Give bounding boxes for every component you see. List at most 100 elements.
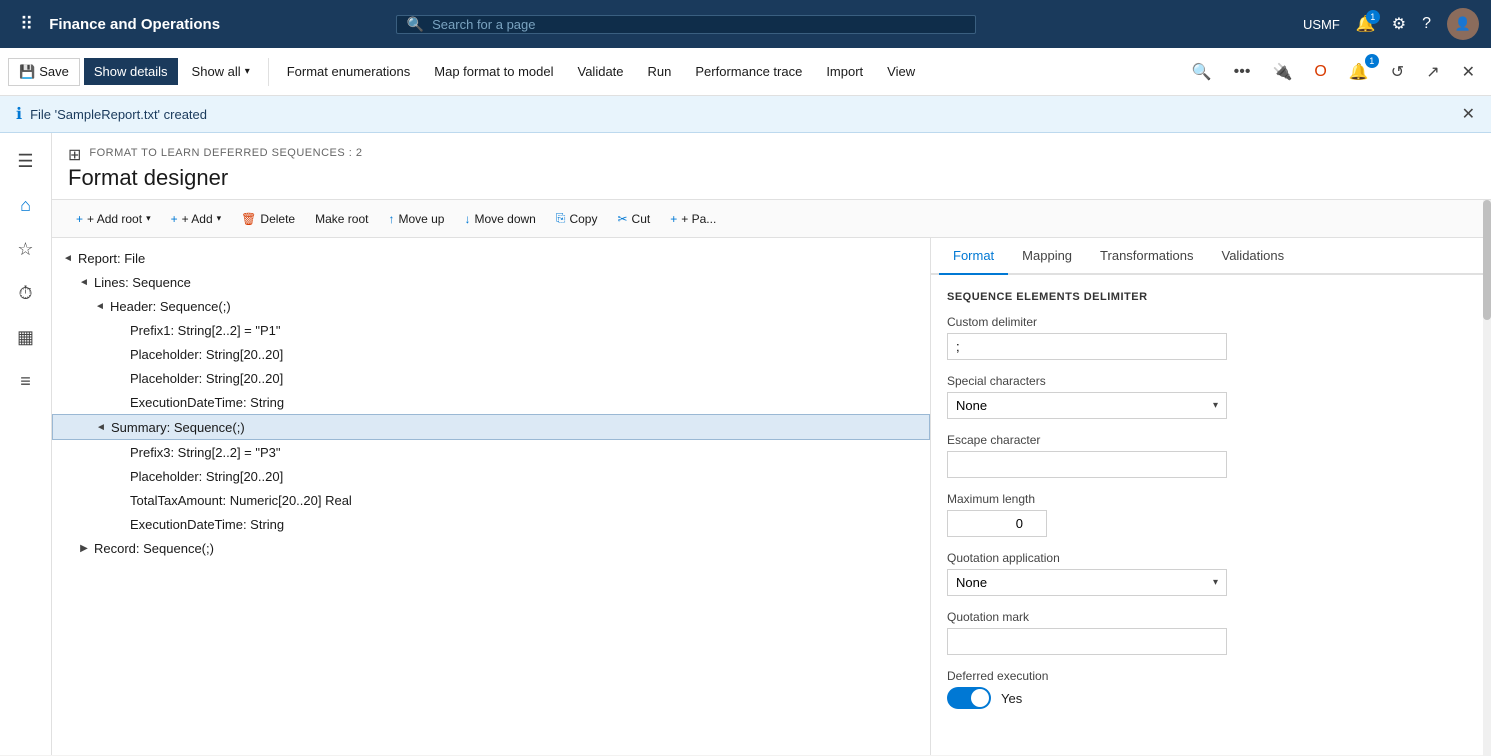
quotation-application-field: Quotation application None ▾ <box>947 551 1475 596</box>
top-nav: ⠿ Finance and Operations 🔍 USMF 🔔 1 ⚙ ? … <box>0 0 1491 48</box>
maximum-length-input[interactable] <box>947 510 1047 537</box>
tree-toggle-icon[interactable]: ◄ <box>60 250 76 266</box>
quotation-application-select[interactable]: None ▾ <box>947 569 1227 596</box>
refresh-icon[interactable]: ↺ <box>1383 56 1412 88</box>
more-options-icon[interactable]: ••• <box>1226 57 1259 87</box>
delete-button[interactable]: 🗑 Delete <box>233 207 303 231</box>
map-format-to-model-button[interactable]: Map format to model <box>424 58 563 85</box>
show-details-button[interactable]: Show details <box>84 58 178 85</box>
settings-icon[interactable]: ⚙ <box>1392 14 1406 34</box>
move-up-icon: ↑ <box>388 212 394 226</box>
props-section-title: SEQUENCE ELEMENTS DELIMITER <box>947 291 1475 303</box>
maximum-length-field: Maximum length <box>947 492 1475 537</box>
performance-trace-button[interactable]: Performance trace <box>685 58 812 85</box>
tab-validations[interactable]: Validations <box>1207 238 1298 275</box>
validate-button[interactable]: Validate <box>568 58 634 85</box>
add-chevron-icon: ▾ <box>217 213 222 224</box>
toggle-row: Yes <box>947 687 1475 709</box>
copy-button[interactable]: ⎘ Copy <box>548 206 606 231</box>
tree-item[interactable]: ◄ Lines: Sequence <box>52 270 930 294</box>
close-icon[interactable]: ✕ <box>1454 56 1483 88</box>
tree-toggle-icon[interactable]: ▶ <box>76 540 92 556</box>
special-characters-value: None <box>956 398 987 413</box>
scrollbar-thumb[interactable] <box>1483 238 1491 320</box>
notification-bell[interactable]: 🔔 1 <box>1356 14 1376 34</box>
filter-icon[interactable]: ⊞ <box>68 145 81 165</box>
app-title: Finance and Operations <box>49 16 220 33</box>
tab-transformations[interactable]: Transformations <box>1086 238 1207 275</box>
special-characters-select[interactable]: None ▾ <box>947 392 1227 419</box>
tree-item[interactable]: ExecutionDateTime: String <box>52 390 930 414</box>
run-button[interactable]: Run <box>638 58 682 85</box>
tree-item[interactable]: Placeholder: String[20..20] <box>52 464 930 488</box>
tab-format[interactable]: Format <box>939 238 1008 275</box>
tree-item[interactable]: ExecutionDateTime: String <box>52 512 930 536</box>
tab-mapping[interactable]: Mapping <box>1008 238 1086 275</box>
delete-icon: 🗑 <box>241 212 256 226</box>
sidebar-workspaces-icon[interactable]: ▦ <box>6 317 46 357</box>
add-root-button[interactable]: + + Add root ▾ <box>68 207 159 231</box>
main-content: ☰ ⌂ ☆ ⏱ ▦ ≡ ⊞ FORMAT TO LEARN DEFERRED S… <box>0 133 1491 755</box>
page-header: ⊞ FORMAT TO LEARN DEFERRED SEQUENCES : 2… <box>52 133 1491 200</box>
quotation-application-chevron-icon: ▾ <box>1213 577 1218 588</box>
top-nav-right: USMF 🔔 1 ⚙ ? 👤 <box>1303 8 1479 40</box>
save-icon: 💾 <box>19 64 35 80</box>
info-message: File 'SampleReport.txt' created <box>30 107 207 122</box>
add-button[interactable]: + + Add ▾ <box>163 207 230 231</box>
tree-toggle-icon[interactable]: ◄ <box>93 419 109 435</box>
quotation-mark-input[interactable] <box>947 628 1227 655</box>
tree-item[interactable]: ▶ Record: Sequence(;) <box>52 536 930 560</box>
view-button[interactable]: View <box>877 58 925 85</box>
deferred-execution-toggle-label: Yes <box>1001 691 1022 706</box>
tree-item[interactable]: ◄ Report: File <box>52 246 930 270</box>
sidebar-list-icon[interactable]: ≡ <box>6 361 46 401</box>
props-content: SEQUENCE ELEMENTS DELIMITER Custom delim… <box>931 275 1491 755</box>
help-icon[interactable]: ? <box>1422 15 1431 33</box>
deferred-execution-toggle[interactable] <box>947 687 991 709</box>
search-input[interactable] <box>432 17 965 32</box>
tree-pane: ◄ Report: File ◄ Lines: Sequence ◄ Heade… <box>52 238 931 755</box>
action-toolbar: + + Add root ▾ + + Add ▾ 🗑 Delete Make r… <box>52 200 1491 238</box>
quotation-application-label: Quotation application <box>947 551 1475 565</box>
grid-icon[interactable]: ⠿ <box>12 10 41 39</box>
cut-button[interactable]: ✂ Cut <box>609 207 658 231</box>
tree-item[interactable]: Prefix1: String[2..2] = "P1" <box>52 318 930 342</box>
tree-item[interactable]: Placeholder: String[20..20] <box>52 342 930 366</box>
user-avatar[interactable]: 👤 <box>1447 8 1479 40</box>
show-all-button[interactable]: Show all ▾ <box>182 58 260 85</box>
make-root-button[interactable]: Make root <box>307 207 376 231</box>
toolbar-badge: 1 <box>1365 54 1379 68</box>
sidebar-recent-icon[interactable]: ⏱ <box>6 273 46 313</box>
tree-toggle-icon[interactable]: ◄ <box>92 298 108 314</box>
tree-item[interactable]: ◄ Header: Sequence(;) <box>52 294 930 318</box>
search-box: 🔍 <box>396 15 976 34</box>
paste-button[interactable]: + + Pa... <box>662 207 724 231</box>
sidebar-home-icon[interactable]: ⌂ <box>6 185 46 225</box>
open-external-icon[interactable]: ↗ <box>1418 56 1447 88</box>
format-enumerations-button[interactable]: Format enumerations <box>277 58 421 85</box>
cut-icon: ✂ <box>617 212 627 226</box>
move-up-button[interactable]: ↑ Move up <box>380 207 452 231</box>
import-button[interactable]: Import <box>816 58 873 85</box>
show-all-chevron-icon: ▾ <box>245 66 250 77</box>
quotation-application-value: None <box>956 575 987 590</box>
tree-item[interactable]: Prefix3: String[2..2] = "P3" <box>52 440 930 464</box>
tree-item[interactable]: TotalTaxAmount: Numeric[20..20] Real <box>52 488 930 512</box>
banner-close-button[interactable]: ✕ <box>1462 104 1475 124</box>
badge-container: 🔔 1 <box>1341 56 1377 88</box>
split-pane: ◄ Report: File ◄ Lines: Sequence ◄ Heade… <box>52 238 1491 755</box>
main-toolbar: 💾 Save Show details Show all ▾ Format en… <box>0 48 1491 96</box>
puzzle-icon[interactable]: 🔌 <box>1264 56 1300 88</box>
tree-item[interactable]: Placeholder: String[20..20] <box>52 366 930 390</box>
custom-delimiter-input[interactable] <box>947 333 1227 360</box>
tree-item-selected[interactable]: ◄ Summary: Sequence(;) <box>52 414 930 440</box>
sidebar-favorites-icon[interactable]: ☆ <box>6 229 46 269</box>
move-down-button[interactable]: ↓ Move down <box>456 207 543 231</box>
save-button[interactable]: 💾 Save <box>8 58 80 86</box>
escape-character-input[interactable] <box>947 451 1227 478</box>
custom-delimiter-label: Custom delimiter <box>947 315 1475 329</box>
sidebar-menu-icon[interactable]: ☰ <box>6 141 46 181</box>
search-toolbar-icon[interactable]: 🔍 <box>1184 56 1220 88</box>
office-icon[interactable]: O <box>1306 57 1334 87</box>
tree-toggle-icon[interactable]: ◄ <box>76 274 92 290</box>
